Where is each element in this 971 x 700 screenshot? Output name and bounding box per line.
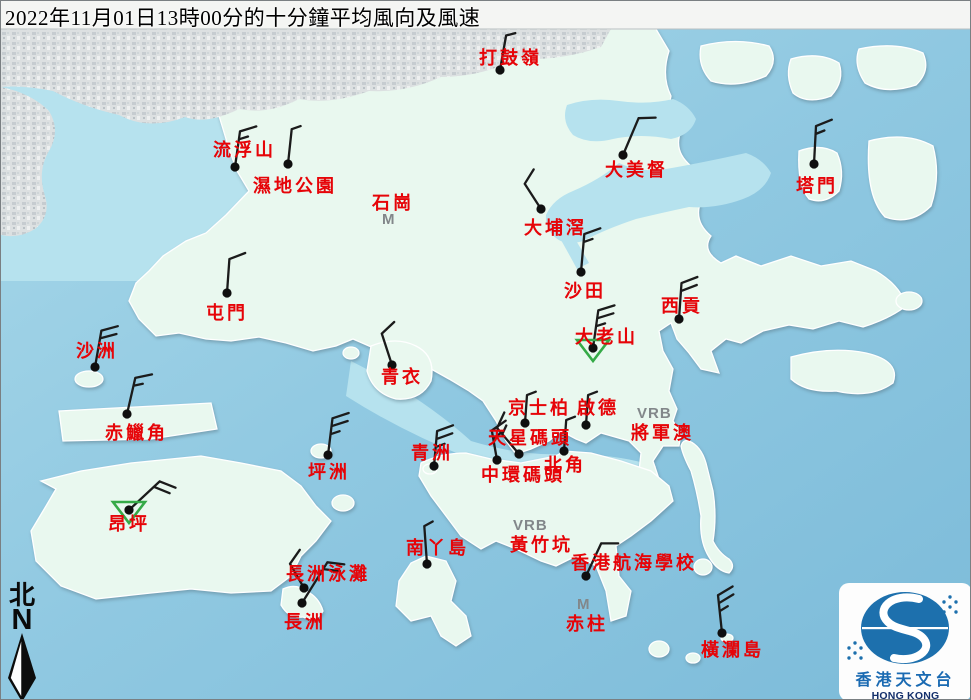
station-dot <box>429 461 438 470</box>
land-tung-lung-chau <box>694 559 712 575</box>
station-dot <box>717 628 726 637</box>
north-arrow-icon <box>7 633 37 700</box>
land-ne-islands-3 <box>857 46 926 90</box>
land-kat-o-group <box>868 137 936 220</box>
station-dot <box>576 267 585 276</box>
land-ma-wan <box>343 347 359 359</box>
station-dot <box>536 204 545 213</box>
land-po-toi <box>649 641 669 657</box>
station-dot <box>283 159 292 168</box>
hko-logo-emblem <box>839 588 971 667</box>
hko-logo-english: HONG KONG OBSERVATORY <box>839 690 971 700</box>
station-dot <box>674 314 683 323</box>
station-dot <box>618 150 627 159</box>
station-dot <box>387 360 396 369</box>
station-dot <box>495 65 504 74</box>
land-lantau-island <box>31 456 331 599</box>
land-ne-islands-2 <box>788 56 840 100</box>
base-map <box>1 1 971 700</box>
station-dot <box>222 288 231 297</box>
hko-logo: 香港天文台 HONG KONG OBSERVATORY <box>839 583 971 700</box>
station-dot <box>588 343 597 352</box>
land-ne-islands-1 <box>700 42 773 85</box>
land-port-island <box>896 292 922 310</box>
compass-letter-n: N <box>5 607 39 633</box>
station-dot <box>297 598 306 607</box>
land-sha-chau <box>75 371 103 387</box>
station-dot <box>90 362 99 371</box>
station-dot <box>559 446 568 455</box>
station-dot <box>230 162 239 171</box>
station-dot <box>492 455 501 464</box>
map-title: 2022年11月01日13時00分的十分鐘平均風向及風速 <box>5 2 480 32</box>
land-hei-ling-chau <box>332 495 354 511</box>
station-dot <box>809 159 818 168</box>
station-dot <box>122 409 131 418</box>
north-compass: 北 N <box>5 583 39 700</box>
land-beaufort-island <box>686 653 700 663</box>
station-dot <box>422 559 431 568</box>
station-dot <box>124 505 133 514</box>
station-dot <box>299 583 308 592</box>
station-dot <box>520 418 529 427</box>
station-dot <box>323 450 332 459</box>
hko-logo-chinese: 香港天文台 <box>839 672 971 690</box>
station-dot <box>581 571 590 580</box>
station-dot <box>581 420 590 429</box>
station-dot <box>514 449 523 458</box>
land-tap-mun <box>799 147 842 200</box>
wind-map: 打鼓嶺流浮山濕地公園石崗M大美督塔門大埔滘沙田西貢大老山沙洲屯門赤鱲角青衣京士柏… <box>0 0 971 700</box>
land-high-island <box>791 350 894 393</box>
